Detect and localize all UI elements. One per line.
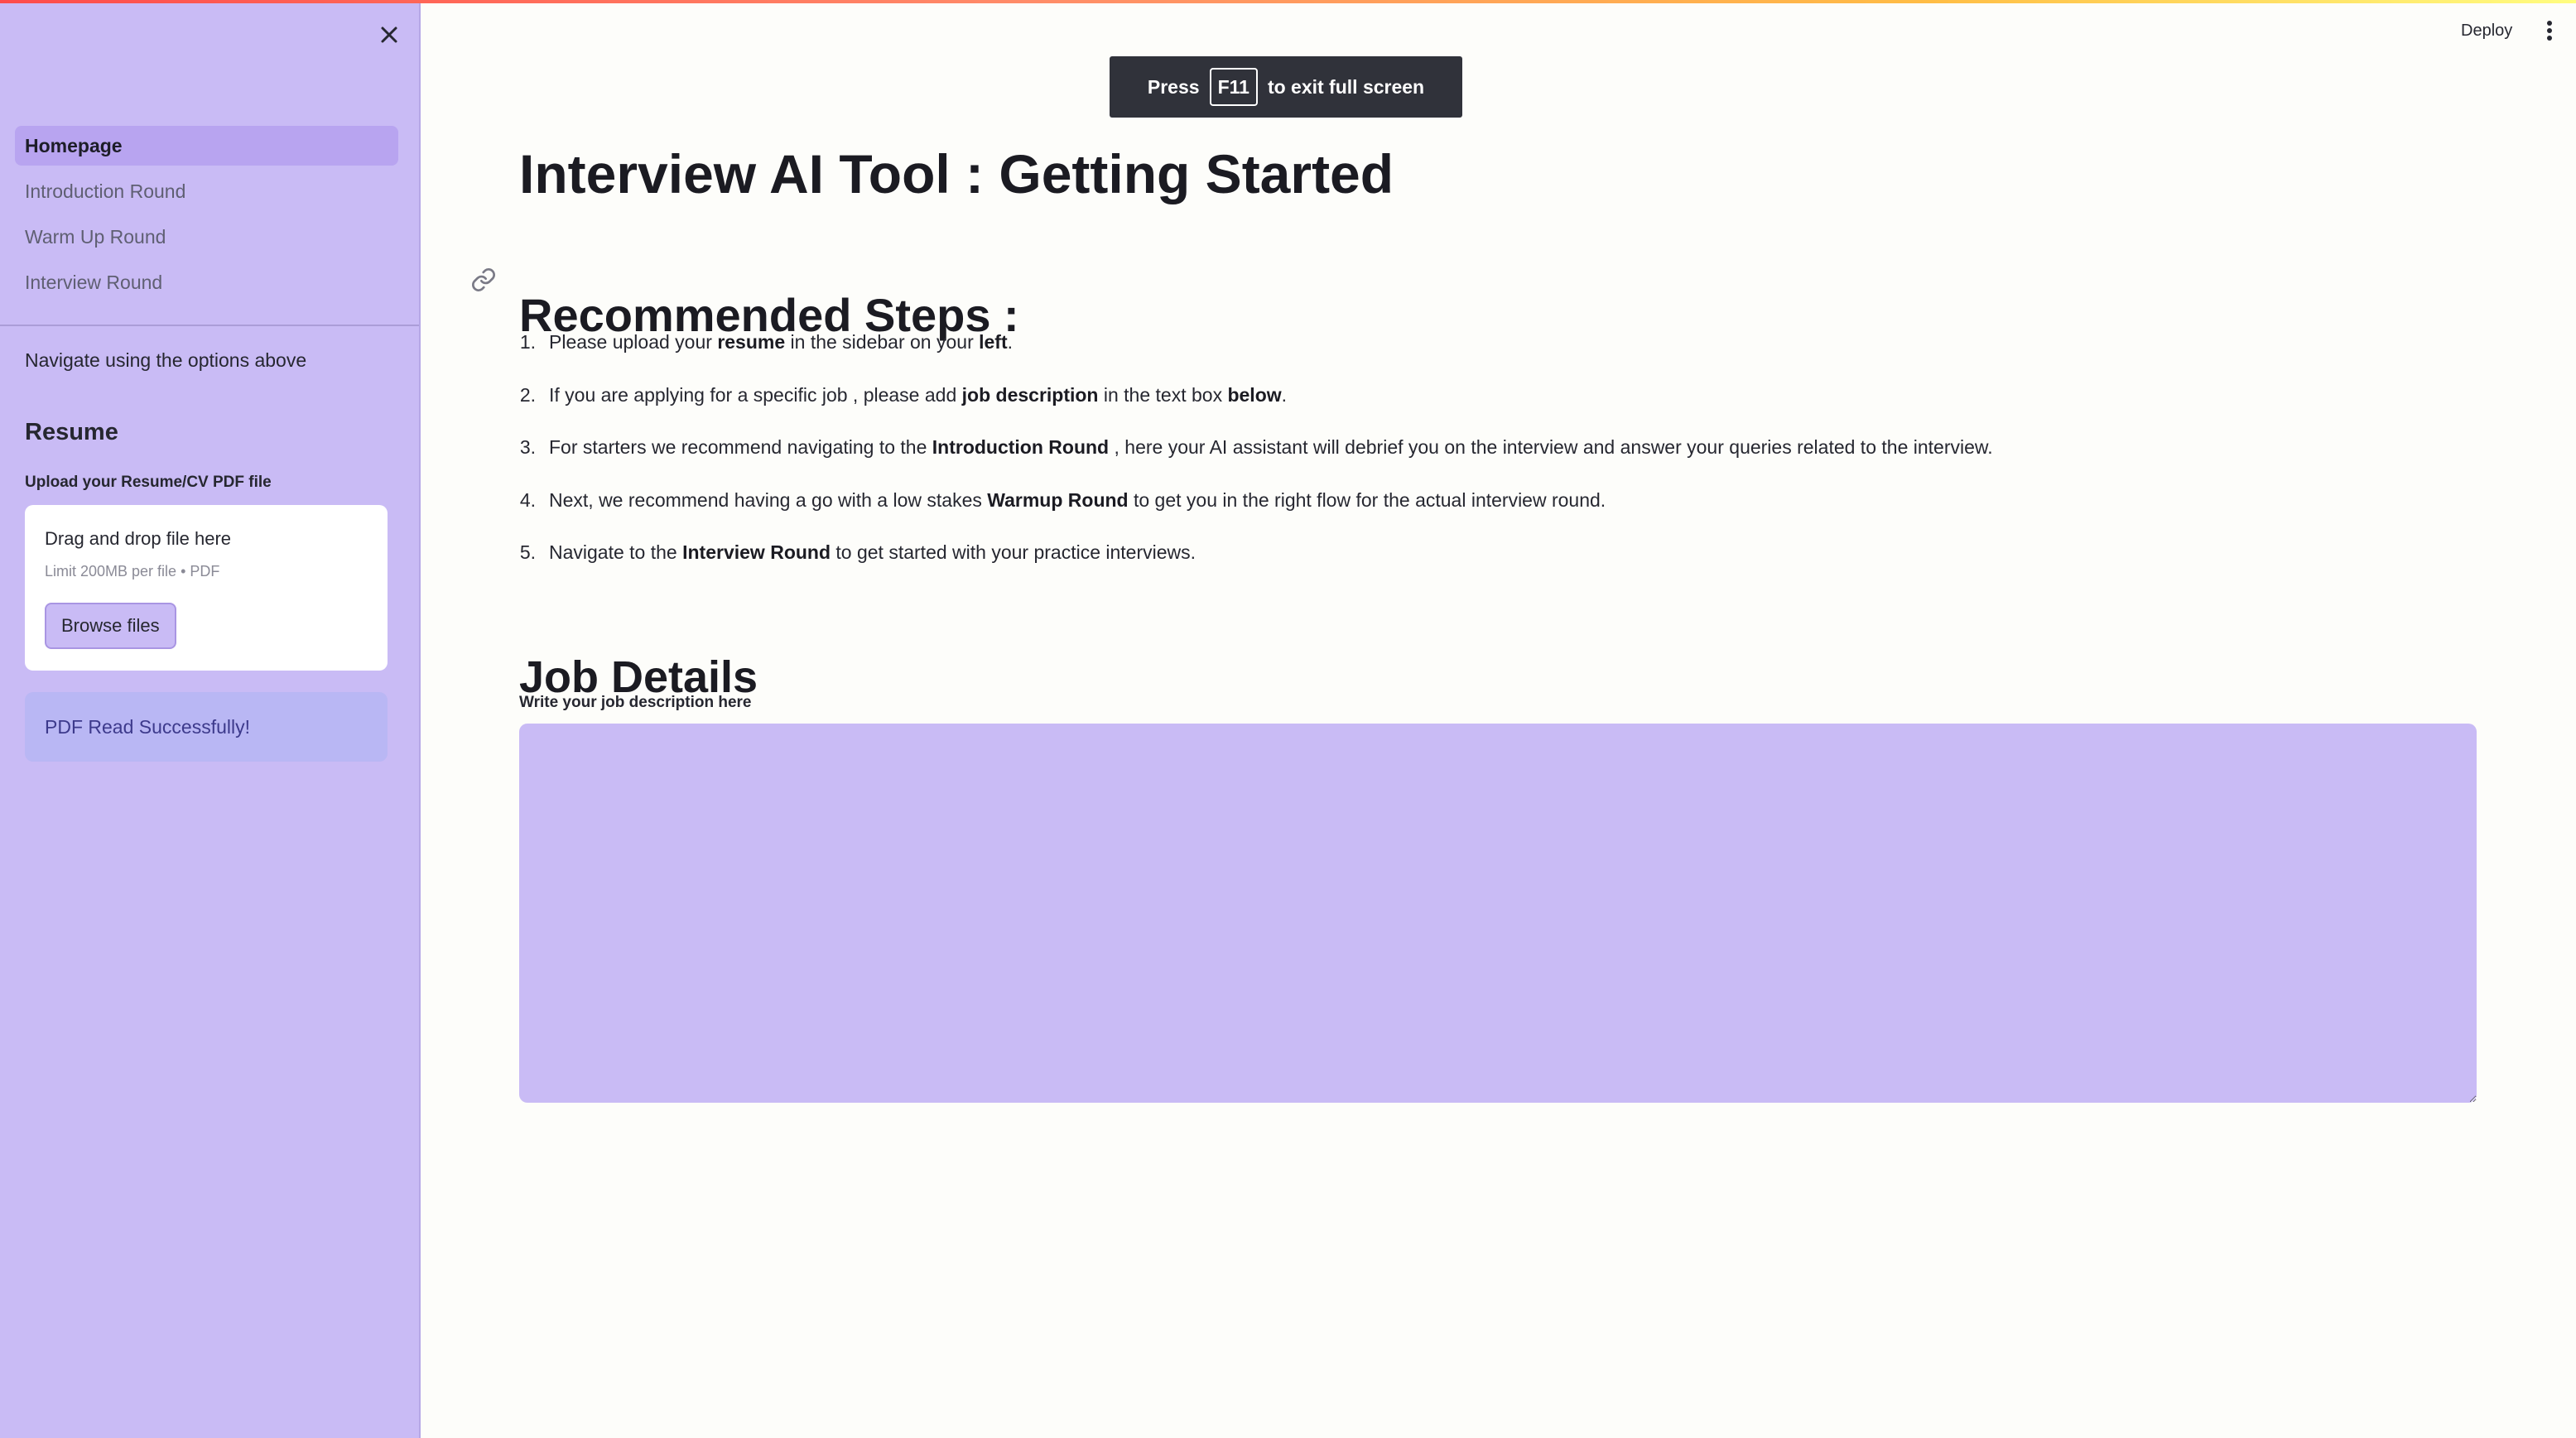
step-text-part: Please upload your: [549, 331, 718, 353]
toast-key: F11: [1209, 68, 1258, 106]
fullscreen-toast: Press F11 to exit full screen: [1110, 56, 1462, 118]
step-text: Next, we recommend having a go with a lo…: [549, 489, 1606, 512]
step-number: 1.: [519, 331, 536, 353]
sidebar-item-interview-round[interactable]: Interview Round: [15, 262, 398, 302]
steps-list: 1. Please upload your resume in the sideb…: [519, 331, 1993, 594]
page-title: Interview AI Tool : Getting Started: [519, 143, 1394, 204]
step-emphasis: Interview Round: [682, 541, 831, 563]
step-text-part: in the sidebar on your: [785, 331, 980, 353]
top-decoration-stripe: [0, 0, 2576, 3]
job-description-input[interactable]: [519, 724, 2477, 1103]
toast-prefix: Press: [1147, 75, 1200, 98]
sidebar-item-introduction-round[interactable]: Introduction Round: [15, 171, 398, 211]
upload-label: Upload your Resume/CV PDF file: [25, 474, 272, 491]
step-text-part: Navigate to the: [549, 541, 683, 563]
step-text-part: .: [1281, 383, 1288, 406]
step-text-part: in the text box: [1098, 383, 1228, 406]
step-text: Please upload your resume in the sidebar…: [549, 331, 1013, 353]
step-text-part: to get you in the right flow for the act…: [1128, 488, 1606, 511]
sidebar-item-warm-up-round[interactable]: Warm Up Round: [15, 217, 398, 257]
link-icon[interactable]: [470, 267, 497, 293]
dropzone-limit: Limit 200MB per file • PDF: [45, 563, 220, 580]
step-emphasis: job description: [961, 383, 1099, 406]
sidebar-divider: [0, 325, 419, 326]
step-item: 2. If you are applying for a specific job…: [519, 384, 1993, 437]
step-number: 3.: [519, 436, 536, 458]
step-text: Navigate to the Interview Round to get s…: [549, 541, 1196, 564]
close-icon[interactable]: [374, 20, 404, 50]
step-emphasis: resume: [717, 331, 786, 353]
step-emphasis: below: [1227, 383, 1282, 406]
sidebar: Homepage Introduction Round Warm Up Round I…: [0, 0, 421, 1438]
step-text-part: .: [1007, 331, 1014, 353]
deploy-button[interactable]: Deploy: [2451, 15, 2522, 46]
step-item: 3. For starters we recommend navigating t…: [519, 436, 1993, 489]
vertical-ellipsis-icon[interactable]: [2537, 15, 2562, 46]
resume-heading: Resume: [25, 419, 118, 445]
step-emphasis: Warmup Round: [987, 488, 1129, 511]
step-emphasis: left: [979, 331, 1008, 353]
step-text: If you are applying for a specific job ,…: [549, 384, 1287, 406]
job-description-label: Write your job description here: [519, 694, 752, 711]
browse-files-button[interactable]: Browse files: [45, 603, 176, 649]
step-number: 4.: [519, 488, 536, 511]
step-item: 1. Please upload your resume in the sideb…: [519, 331, 1993, 384]
step-text-part: For starters we recommend navigating to …: [549, 436, 932, 458]
sidebar-nav: Homepage Introduction Round Warm Up Round I…: [15, 126, 398, 308]
success-alert: PDF Read Successfully!: [25, 692, 388, 762]
step-text-part: to get started with your practice interv…: [831, 541, 1197, 563]
step-text-part: If you are applying for a specific job ,…: [549, 383, 962, 406]
nav-hint: Navigate using the options above: [25, 349, 307, 371]
success-message: PDF Read Successfully!: [45, 715, 250, 738]
step-number: 5.: [519, 541, 536, 563]
step-text-part: Next, we recommend having a go with a lo…: [549, 488, 988, 511]
step-emphasis: Introduction Round: [932, 436, 1110, 458]
toast-suffix: to exit full screen: [1267, 75, 1425, 98]
step-text-part: , here your AI assistant will debrief yo…: [1109, 436, 1993, 458]
file-dropzone[interactable]: Drag and drop file here Limit 200MB per …: [25, 505, 388, 671]
sidebar-item-homepage[interactable]: Homepage: [15, 126, 398, 166]
step-item: 4. Next, we recommend having a go with a …: [519, 489, 1993, 542]
step-item: 5. Navigate to the Interview Round to get…: [519, 541, 1993, 594]
step-number: 2.: [519, 383, 536, 406]
step-text: For starters we recommend navigating to …: [549, 436, 1993, 459]
dropzone-title: Drag and drop file here: [45, 528, 232, 549]
